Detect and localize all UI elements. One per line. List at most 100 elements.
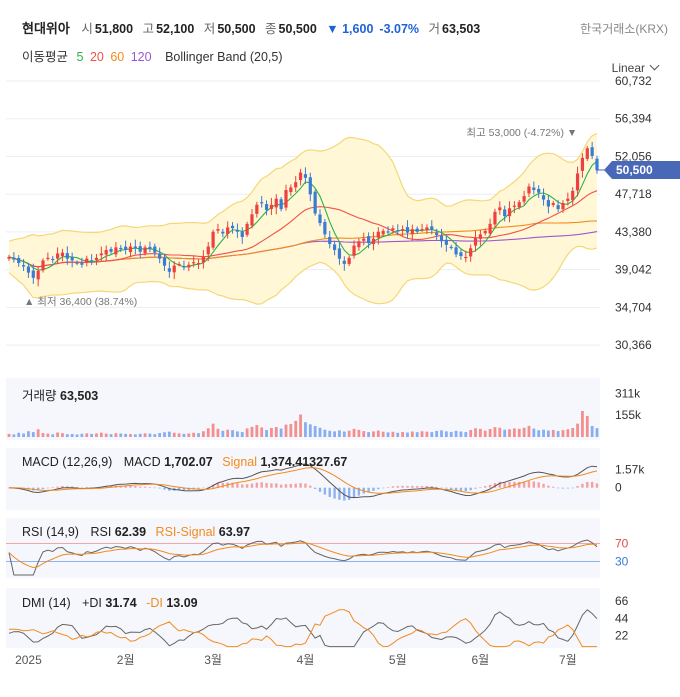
volume-bar [90,433,94,437]
candle-body [435,232,439,236]
candle-body [206,246,210,255]
dmi-tick-label: 66 [615,594,629,608]
candle-body [551,203,555,205]
volume-bar [367,432,371,437]
candle-body [124,246,128,250]
candle-body [85,258,89,263]
candle-body [410,229,414,235]
candle-body [104,250,108,255]
macd-hist-bar [328,487,331,497]
macd-hist-bar [284,484,288,488]
candle-body [556,205,560,210]
candle-body [532,187,536,190]
macd-hist-bar [143,486,147,488]
volume-bar [581,410,584,437]
volume-bar [406,432,409,437]
candle-body [590,147,594,157]
macd-hist-bar [134,486,137,488]
candle-body [167,268,171,272]
candle-body [65,253,69,259]
candle-body [192,262,196,264]
dmi-tick-label: 44 [615,611,629,625]
candle-body [294,182,298,188]
volume-bar [454,430,458,437]
volume-bar [537,430,541,437]
volume-bar [279,428,283,437]
candle-body [75,262,79,264]
candle-body [211,231,215,248]
macd-hist-bar [561,487,565,489]
volume-bar [435,430,439,437]
volume-bar [318,427,322,437]
candle-body [498,207,502,211]
price-tick-label: 39,042 [615,263,652,277]
macd-hist-bar [333,487,336,499]
macd-hist-bar [445,487,448,489]
volume-bar [430,432,434,437]
x-tick-label: 3월 [204,653,222,667]
candle-body [575,173,580,191]
candle-body [585,148,589,159]
volume-bar [294,420,298,437]
volume-panel-label: 거래량 63,503 [22,385,98,404]
volume-bar [51,434,55,437]
macd-hist-bar [245,484,249,488]
volume-bar [357,429,361,437]
macd-hist-bar [396,486,399,488]
volume-bar [46,433,50,437]
max-price-annotation: 최고 53,000 (-4.72%) ▼ [466,127,577,139]
macd-panel-label: MACD (12,26,9) MACD 1,702.07 Signal 1,37… [22,455,347,469]
stock-chart[interactable]: 60,73256,39452,05647,71843,38039,04234,7… [0,0,680,697]
volume-bar [401,431,405,437]
candle-body [245,223,249,235]
candle-body [94,257,99,260]
volume-tick-low: 155k [615,408,642,422]
candle-body [138,246,142,252]
volume-bar [440,430,443,437]
volume-panel-title: 거래량 [22,389,57,403]
rsi-title: RSI (14,9) [22,525,79,539]
volume-bar [235,431,239,437]
candle-body [216,229,220,231]
mdi-value: 13.09 [166,596,198,610]
macd-hist-bar [547,485,550,488]
macd-hist-bar [552,486,555,488]
candle-body [444,239,448,245]
volume-bar [80,433,84,437]
candle-body [279,199,283,210]
volume-bar [444,431,448,437]
candle-body [503,209,507,217]
candle-body [507,208,512,217]
candle-body [12,257,16,260]
candle-body [527,186,531,194]
candle-body [172,265,176,273]
volume-bar [22,433,25,437]
volume-bar [508,429,511,437]
candle-body [226,227,230,234]
volume-bar [396,432,400,437]
volume-bar [148,433,152,437]
pdi-key: +DI [82,596,102,610]
volume-bar [362,431,366,437]
macd-hist-bar [411,485,414,488]
macd-hist-bar [275,483,278,488]
candle-body [328,236,332,244]
candle-body [561,203,565,210]
macd-hist-bar [454,487,458,491]
candle-body [454,247,458,255]
volume-bar [221,430,225,437]
min-price-annotation: ▲ 최저 36,400 (38.74%) [24,296,137,308]
candle-body [143,247,147,254]
volume-bar [333,431,336,437]
candle-body [473,237,478,246]
last-price-label: 50,500 [616,163,653,177]
candle-body [60,252,65,257]
candle-body [7,256,11,259]
candle-body [323,222,327,235]
candle-body [182,266,186,268]
candle-body [128,246,133,253]
volume-bar [216,428,220,437]
volume-bar [167,431,171,437]
volume-bar [590,426,594,437]
macd-hist-bar [372,487,375,491]
